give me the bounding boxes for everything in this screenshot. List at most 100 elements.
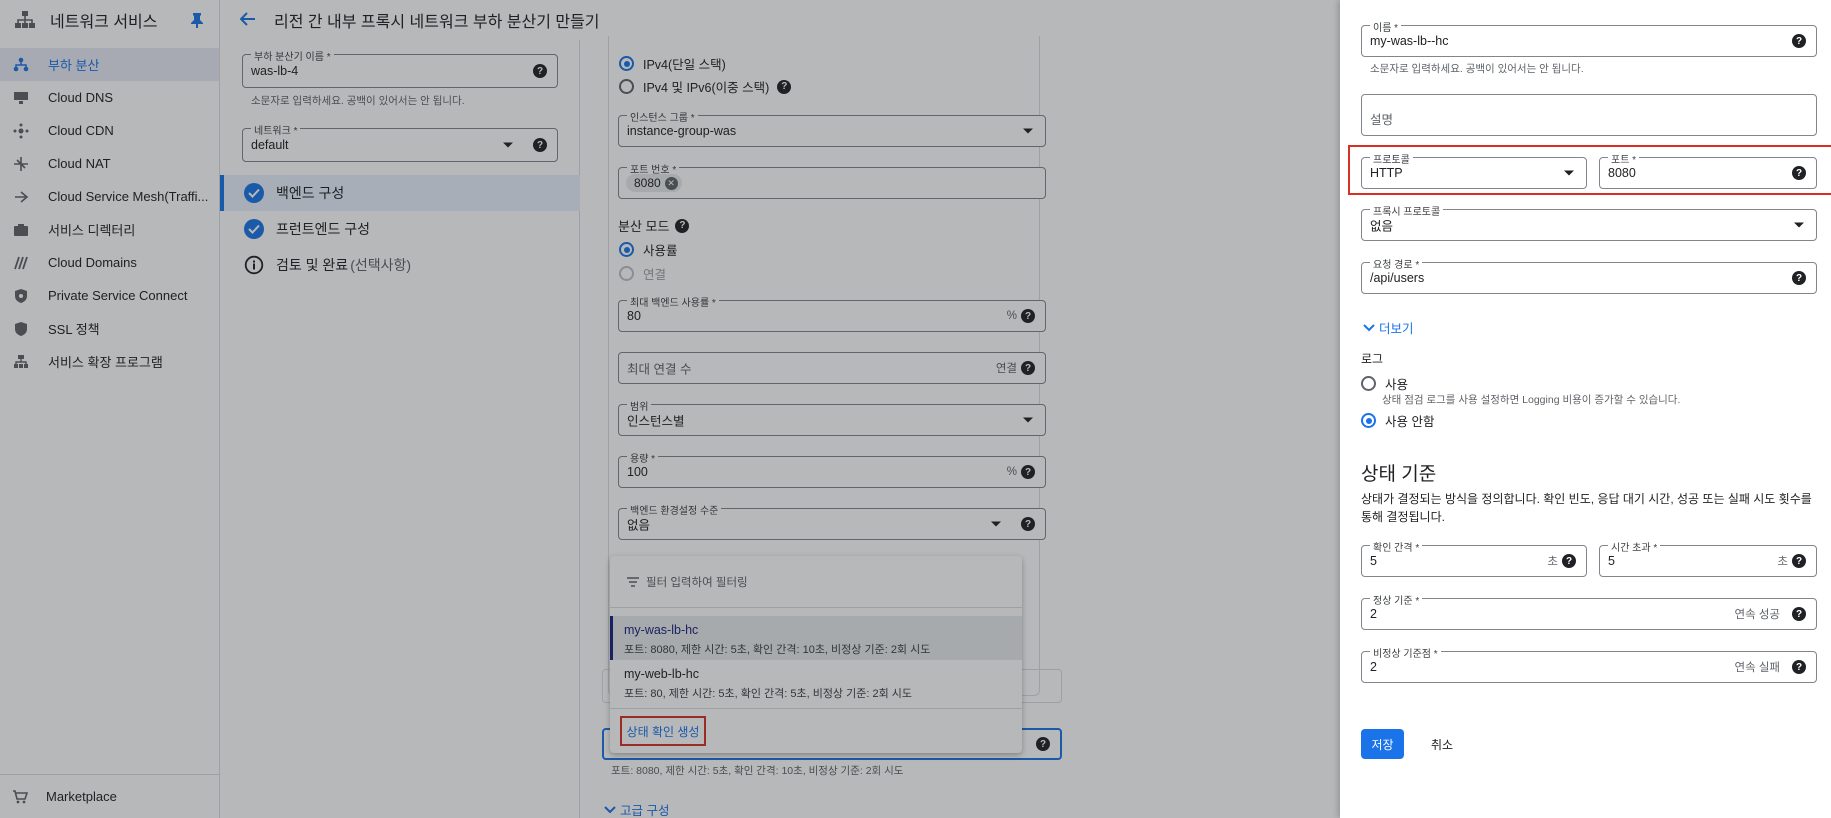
help-icon[interactable]: ? — [1792, 271, 1806, 285]
nav-item-ssl-policies[interactable]: SSL 정책 — [0, 312, 219, 345]
nav-item-marketplace[interactable]: Marketplace — [0, 774, 220, 818]
hc-request-path-field[interactable]: 요청 경로 * /api/users ? — [1361, 256, 1817, 294]
back-arrow-icon[interactable] — [239, 11, 256, 29]
step-optional: (선택사항) — [350, 257, 412, 273]
unhealthy-threshold-field[interactable]: 비정상 기준점 * 2 연속 실패 ? — [1361, 645, 1817, 683]
nav-item-label: Cloud Service Mesh(Traffi... — [48, 189, 209, 204]
help-icon[interactable]: ? — [1021, 517, 1035, 531]
step-backend[interactable]: 백엔드 구성 — [220, 175, 580, 211]
help-icon[interactable]: ? — [1792, 660, 1806, 674]
help-icon[interactable]: ? — [533, 64, 547, 78]
menu-divider — [610, 708, 1022, 709]
mode-utilization-option[interactable]: 사용률 — [619, 240, 678, 259]
max-utilization-value: 80 — [627, 309, 641, 323]
help-icon[interactable]: ? — [533, 138, 547, 152]
nav-item-load-balancing[interactable]: 부하 분산 — [0, 48, 219, 81]
help-icon[interactable]: ? — [1021, 465, 1035, 479]
shield-lock-icon — [12, 287, 30, 305]
menu-option[interactable]: my-was-lb-hc 포트: 8080, 제한 시간: 5초, 확인 간격:… — [610, 616, 1022, 660]
help-icon[interactable]: ? — [1792, 166, 1806, 180]
port-chip[interactable]: 8080 ✕ — [626, 174, 682, 192]
save-button[interactable]: 저장 — [1361, 729, 1404, 759]
more-options-link[interactable]: 더보기 — [1363, 318, 1414, 337]
nav-item-cloud-cdn[interactable]: Cloud CDN — [0, 114, 219, 147]
log-on-hint: 상태 점검 로그를 사용 설정하면 Logging 비용이 증가할 수 있습니다… — [1382, 394, 1681, 406]
hc-name-field[interactable]: 이름 * my-was-lb--hc ? — [1361, 19, 1817, 57]
help-icon[interactable]: ? — [1792, 34, 1806, 48]
filter-placeholder: 필터 입력하여 필터링 — [646, 576, 748, 589]
advanced-config-link[interactable]: 고급 구성 — [604, 800, 669, 818]
capacity-field[interactable]: 용량 * 100 % ? — [618, 450, 1046, 488]
cancel-button[interactable]: 취소 — [1422, 729, 1462, 759]
nav-item-cloud-nat[interactable]: Cloud NAT — [0, 147, 219, 180]
ip-ipv4-option[interactable]: IPv4(단일 스택) — [619, 54, 726, 73]
max-utilization-field[interactable]: 최대 백엔드 사용률 * 80 % ? — [618, 294, 1046, 332]
chip-remove-icon[interactable]: ✕ — [664, 176, 678, 190]
scope-select[interactable]: 범위 인스턴스별 — [618, 398, 1046, 436]
lb-name-hint: 소문자로 입력하세요. 공백이 있어서는 안 됩니다. — [251, 95, 465, 107]
nav-item-label: 서비스 디렉터리 — [48, 223, 136, 238]
help-icon[interactable]: ? — [1792, 554, 1806, 568]
nav-item-service-directory[interactable]: 서비스 디렉터리 — [0, 213, 219, 246]
health-check-panel: 이름 * my-was-lb--hc ? 소문자로 입력하세요. 공백이 있어서… — [1340, 0, 1831, 818]
balancing-mode-label: 분산 모드 — [618, 219, 670, 234]
healthy-threshold-label: 정상 기준 * — [1370, 592, 1423, 607]
help-icon[interactable]: ? — [1036, 737, 1050, 751]
step-frontend[interactable]: 프런트엔드 구성 — [220, 211, 580, 247]
menu-filter[interactable]: 필터 입력하여 필터링 — [610, 556, 1022, 608]
radio-connection[interactable] — [619, 266, 634, 281]
help-icon[interactable]: ? — [777, 79, 792, 94]
advanced-config-label: 고급 구성 — [620, 804, 670, 818]
radio-log-on[interactable] — [1361, 376, 1376, 391]
port-numbers-field[interactable]: 포트 번호 * 8080 ✕ — [618, 161, 1046, 199]
step-review[interactable]: 검토 및 완료 (선택사항) — [220, 247, 580, 283]
help-icon[interactable]: ? — [1562, 554, 1576, 568]
help-icon[interactable]: ? — [675, 218, 690, 233]
backend-preference-select[interactable]: 백엔드 환경설정 수준 없음 ? — [618, 502, 1046, 540]
nav-item-cloud-domains[interactable]: Cloud Domains — [0, 246, 219, 279]
check-interval-field[interactable]: 확인 간격 * 5 초 ? — [1361, 539, 1587, 577]
check-interval-label: 확인 간격 * — [1370, 539, 1423, 554]
timeout-field[interactable]: 시간 초과 * 5 초 ? — [1599, 539, 1817, 577]
help-icon[interactable]: ? — [1021, 309, 1035, 323]
healthy-threshold-value: 2 — [1370, 607, 1377, 621]
help-icon[interactable]: ? — [1021, 361, 1035, 375]
nav-item-service-extensions[interactable]: 서비스 확장 프로그램 — [0, 345, 219, 378]
menu-option[interactable]: my-web-lb-hc 포트: 80, 제한 시간: 5초, 확인 간격: 5… — [610, 660, 1022, 704]
create-health-check-button[interactable]: 상태 확인 생성 — [620, 716, 706, 746]
check-circle-icon — [244, 219, 264, 239]
max-connections-field[interactable]: 최대 연결 수 연결 ? — [618, 352, 1046, 384]
chevron-down-icon — [1023, 417, 1033, 423]
log-on-option[interactable]: 사용 — [1361, 374, 1408, 393]
ipv4-label: IPv4(단일 스택) — [643, 58, 726, 72]
load-balancing-icon — [12, 56, 30, 74]
nav-item-service-mesh[interactable]: Cloud Service Mesh(Traffi... — [0, 180, 219, 213]
hc-port-field[interactable]: 포트 * 8080 ? — [1599, 151, 1817, 189]
healthy-threshold-field[interactable]: 정상 기준 * 2 연속 성공 ? — [1361, 592, 1817, 630]
hc-description-field[interactable]: 설명 — [1361, 94, 1817, 136]
lb-name-field[interactable]: 부하 분산기 이름 * was-lb-4 ? — [242, 48, 558, 88]
radio-log-off[interactable] — [1361, 413, 1376, 428]
network-select[interactable]: 네트워크 * default ? — [242, 122, 558, 162]
instance-group-select[interactable]: 인스턴스 그룹 * instance-group-was — [618, 109, 1046, 147]
radio-utilization[interactable] — [619, 242, 634, 257]
hc-proxy-protocol-select[interactable]: 프록시 프로토콜 없음 — [1361, 203, 1817, 241]
log-off-option[interactable]: 사용 안함 — [1361, 411, 1434, 430]
info-icon — [244, 255, 264, 275]
ip-dual-option[interactable]: IPv4 및 IPv6(이중 스택) ? — [619, 77, 792, 96]
option-desc: 포트: 80, 제한 시간: 5초, 확인 간격: 5초, 비정상 기준: 2회… — [624, 688, 912, 700]
nav-item-cloud-dns[interactable]: Cloud DNS — [0, 81, 219, 114]
hc-protocol-value: HTTP — [1370, 166, 1403, 180]
radio-ipv4[interactable] — [619, 56, 634, 71]
hc-request-path-label: 요청 경로 * — [1370, 256, 1423, 271]
hc-protocol-select[interactable]: 프로토콜 HTTP — [1361, 151, 1587, 189]
radio-dual-stack[interactable] — [619, 79, 634, 94]
pin-icon[interactable] — [190, 12, 204, 31]
help-icon[interactable]: ? — [1792, 607, 1806, 621]
mode-connection-option[interactable]: 연결 — [619, 264, 666, 283]
left-nav: 네트워크 서비스 부하 분산 Cloud DNS Cloud CDN Cloud… — [0, 0, 220, 818]
step-label: 프런트엔드 구성 — [276, 221, 371, 237]
nav-item-private-service-connect[interactable]: Private Service Connect — [0, 279, 219, 312]
max-utilization-label: 최대 백엔드 사용률 * — [627, 294, 719, 309]
chevron-down-icon — [1794, 222, 1804, 228]
